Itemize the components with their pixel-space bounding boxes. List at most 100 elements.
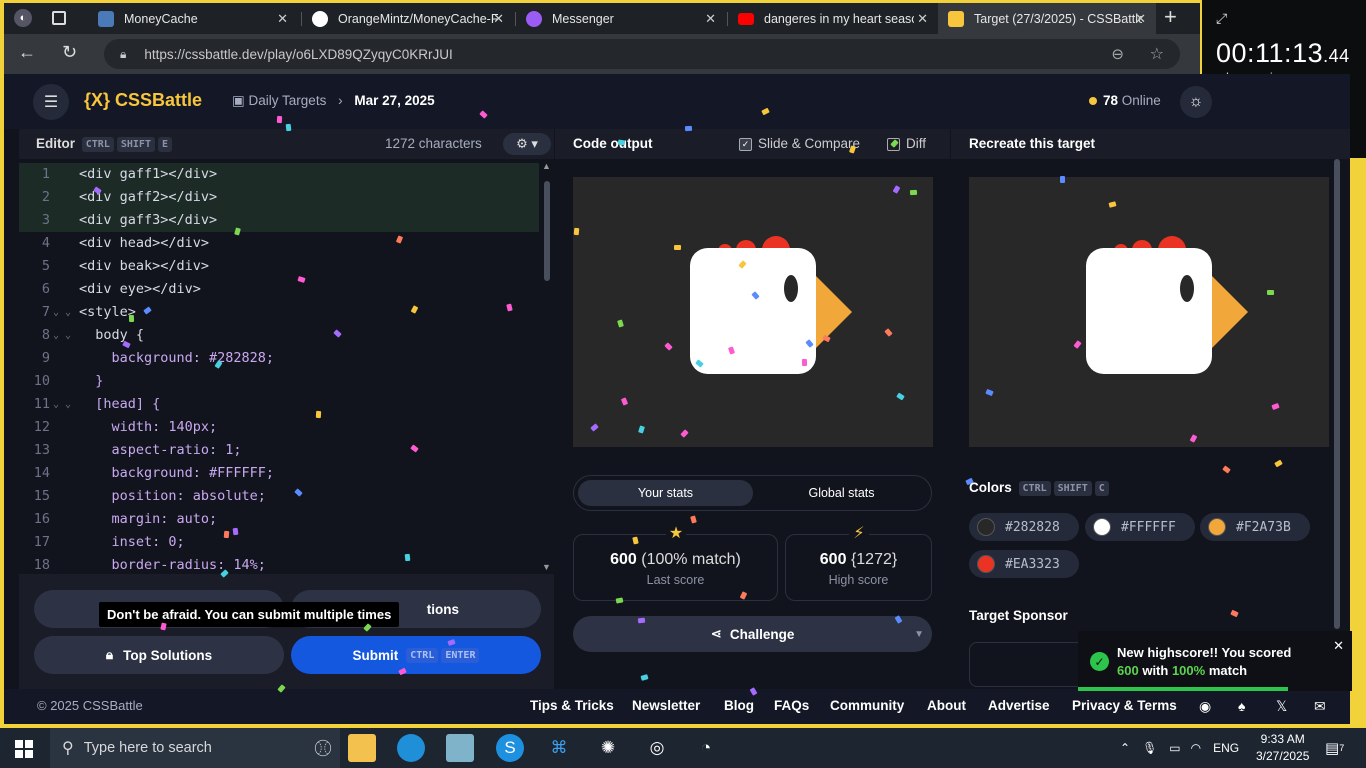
fold-icon[interactable]: ⌄ ⌄ <box>53 393 71 416</box>
tab-messenger[interactable]: Messenger ✕ <box>516 3 726 34</box>
x-twitter-icon[interactable]: 𝕏 <box>1276 698 1287 715</box>
code-line[interactable]: 16 margin: auto; <box>19 508 539 531</box>
tab-moneycache[interactable]: MoneyCache ✕ <box>88 3 298 34</box>
top-solutions-button[interactable]: 🔒︎ Top Solutions <box>34 636 284 674</box>
code-line[interactable]: 12 width: 140px; <box>19 416 539 439</box>
tab-youtube[interactable]: dangeres in my heart season ✕ <box>728 3 938 34</box>
footer-link-privacy[interactable]: Privacy & Terms <box>1072 698 1177 713</box>
tab-your-stats[interactable]: Your stats <box>578 480 753 506</box>
address-bar[interactable]: 🔒︎ https://cssbattle.dev/play/o6LXD89QZy… <box>104 39 1180 69</box>
code-editor[interactable]: 1 <div gaff1></div> 2 <div gaff2></div> 3 <di… <box>19 159 554 574</box>
edge-icon[interactable] <box>397 734 425 762</box>
wifi-icon[interactable]: ◠ <box>1191 741 1201 755</box>
tab-global-stats[interactable]: Global stats <box>754 480 929 506</box>
tab-github[interactable]: OrangeMintz/MoneyCache-F ✕ <box>302 3 514 34</box>
line-number: 14 <box>33 465 50 481</box>
code-line[interactable]: 6 <div eye></div> <box>19 278 539 301</box>
taskbar-search[interactable]: ⚲ Type here to search ⚾︎ <box>50 728 340 768</box>
code-line[interactable]: 5 <div beak></div> <box>19 255 539 278</box>
back-icon[interactable]: ← <box>18 42 36 63</box>
close-icon[interactable]: ✕ <box>493 11 504 27</box>
favorite-star-icon[interactable]: ☆ <box>1150 44 1164 64</box>
moneycache-icon <box>98 10 114 27</box>
tab-switcher-icon[interactable] <box>52 11 66 25</box>
expand-icon[interactable]: ⤢ <box>1216 10 1227 27</box>
code-output-preview[interactable] <box>573 177 933 447</box>
obs-icon[interactable]: ◎ <box>643 734 671 762</box>
footer-link-faqs[interactable]: FAQs <box>774 698 809 713</box>
file-explorer-icon[interactable] <box>348 734 376 762</box>
editor-title: Editor CTRL SHIFT E <box>36 136 172 152</box>
code-line[interactable]: 10 } <box>19 370 539 393</box>
fold-icon[interactable]: ⌄ ⌄ <box>53 301 71 324</box>
code-text: <div gaff1></div> <box>79 166 218 182</box>
code-line[interactable]: 8 ⌄ ⌄ body { <box>19 324 539 347</box>
submit-button[interactable]: Submit CTRL ENTER <box>291 636 541 674</box>
close-icon[interactable]: ✕ <box>917 11 928 27</box>
tab-title: Messenger <box>552 11 614 26</box>
code-text: [head] { <box>79 396 161 412</box>
language-indicator[interactable]: ENG <box>1213 741 1239 755</box>
clock-app-icon[interactable]: ◔ <box>692 734 720 762</box>
code-line[interactable]: 4 <div head></div> <box>19 232 539 255</box>
notifications-icon[interactable]: ▤ 7 <box>1325 728 1344 768</box>
slide-compare-toggle[interactable]: ✓ Slide & Compare <box>739 136 860 151</box>
footer-link-newsletter[interactable]: Newsletter <box>632 698 700 713</box>
color-chip[interactable]: #EA3323 <box>969 550 1079 578</box>
tab-cssbattle[interactable]: Target (27/3/2025) - CSSBattle ✕ <box>938 3 1156 34</box>
color-chip[interactable]: #F2A73B <box>1200 513 1310 541</box>
code-text: background: #282828; <box>79 350 275 366</box>
email-icon[interactable]: ✉ <box>1314 698 1326 715</box>
battery-icon[interactable]: ▭ <box>1169 741 1180 755</box>
close-icon[interactable]: ✕ <box>1333 638 1344 654</box>
app-icon[interactable] <box>446 734 474 762</box>
breadcrumb-daily-targets[interactable]: Daily Targets <box>249 93 327 108</box>
footer-link-community[interactable]: Community <box>830 698 904 713</box>
code-line[interactable]: 17 inset: 0; <box>19 531 539 554</box>
code-text: margin: auto; <box>79 511 218 527</box>
code-line[interactable]: 15 position: absolute; <box>19 485 539 508</box>
code-line[interactable]: 9 background: #282828; <box>19 347 539 370</box>
editor-scrollbar[interactable]: ▲ ▼ <box>540 159 554 574</box>
code-line[interactable]: 7 ⌄ ⌄ <style> <box>19 301 539 324</box>
discord-icon[interactable]: ◉ <box>1199 698 1211 715</box>
code-line[interactable]: 18 border-radius: 14%; <box>19 554 539 574</box>
sponsor-card[interactable] <box>969 642 1089 687</box>
scroll-thumb[interactable] <box>544 181 550 281</box>
zoom-icon[interactable]: ⊖ <box>1111 45 1124 63</box>
refresh-icon[interactable]: ↻ <box>62 42 77 63</box>
chevron-up-icon[interactable]: ⌃ <box>1120 741 1130 755</box>
tab-actions-icon[interactable]: ◐ <box>14 9 32 27</box>
taskbar-clock[interactable]: 9:33 AM 3/27/2025 <box>1256 731 1309 765</box>
right-scrollbar[interactable] <box>1334 159 1340 629</box>
close-icon[interactable]: ✕ <box>277 11 288 27</box>
chatgpt-icon[interactable]: ✺ <box>594 734 622 762</box>
theme-toggle-icon[interactable]: ☼ <box>1180 86 1212 118</box>
close-icon[interactable]: ✕ <box>1135 11 1146 27</box>
footer-link-advertise[interactable]: Advertise <box>988 698 1050 713</box>
bluesky-icon[interactable]: ♠ <box>1238 698 1245 714</box>
microphone-icon[interactable]: 🎙︎ <box>1142 741 1157 755</box>
challenge-button[interactable]: ⋖ Challenge ▼ <box>573 616 932 652</box>
footer-link-tips[interactable]: Tips & Tricks <box>530 698 614 713</box>
colors-title: Colors CTRL SHIFT C <box>969 480 1109 496</box>
color-chip[interactable]: #282828 <box>969 513 1079 541</box>
skype-icon[interactable]: S <box>496 734 524 762</box>
vscode-icon[interactable]: ⌘ <box>545 734 573 762</box>
browser-tab-bar: ◐ MoneyCache ✕ OrangeMintz/MoneyCache-F … <box>4 3 1200 34</box>
footer-link-blog[interactable]: Blog <box>724 698 754 713</box>
code-line[interactable]: 14 background: #FFFFFF; <box>19 462 539 485</box>
new-tab-icon[interactable]: + <box>1164 3 1177 34</box>
editor-settings-button[interactable]: ⚙ ▾ <box>503 133 551 155</box>
code-line[interactable]: 3 <div gaff3></div> <box>19 209 539 232</box>
windows-start-icon[interactable] <box>15 740 33 758</box>
close-icon[interactable]: ✕ <box>705 11 716 27</box>
menu-icon[interactable]: ☰ <box>33 84 69 120</box>
cssbattle-logo[interactable]: {X} CSSBattle <box>84 90 202 111</box>
code-line[interactable]: 13 aspect-ratio: 1; <box>19 439 539 462</box>
code-line[interactable]: 11 ⌄ ⌄ [head] { <box>19 393 539 416</box>
footer-link-about[interactable]: About <box>927 698 966 713</box>
color-chip[interactable]: #FFFFFF <box>1085 513 1195 541</box>
code-line[interactable]: 1 <div gaff1></div> <box>19 163 539 186</box>
fold-icon[interactable]: ⌄ ⌄ <box>53 324 71 347</box>
